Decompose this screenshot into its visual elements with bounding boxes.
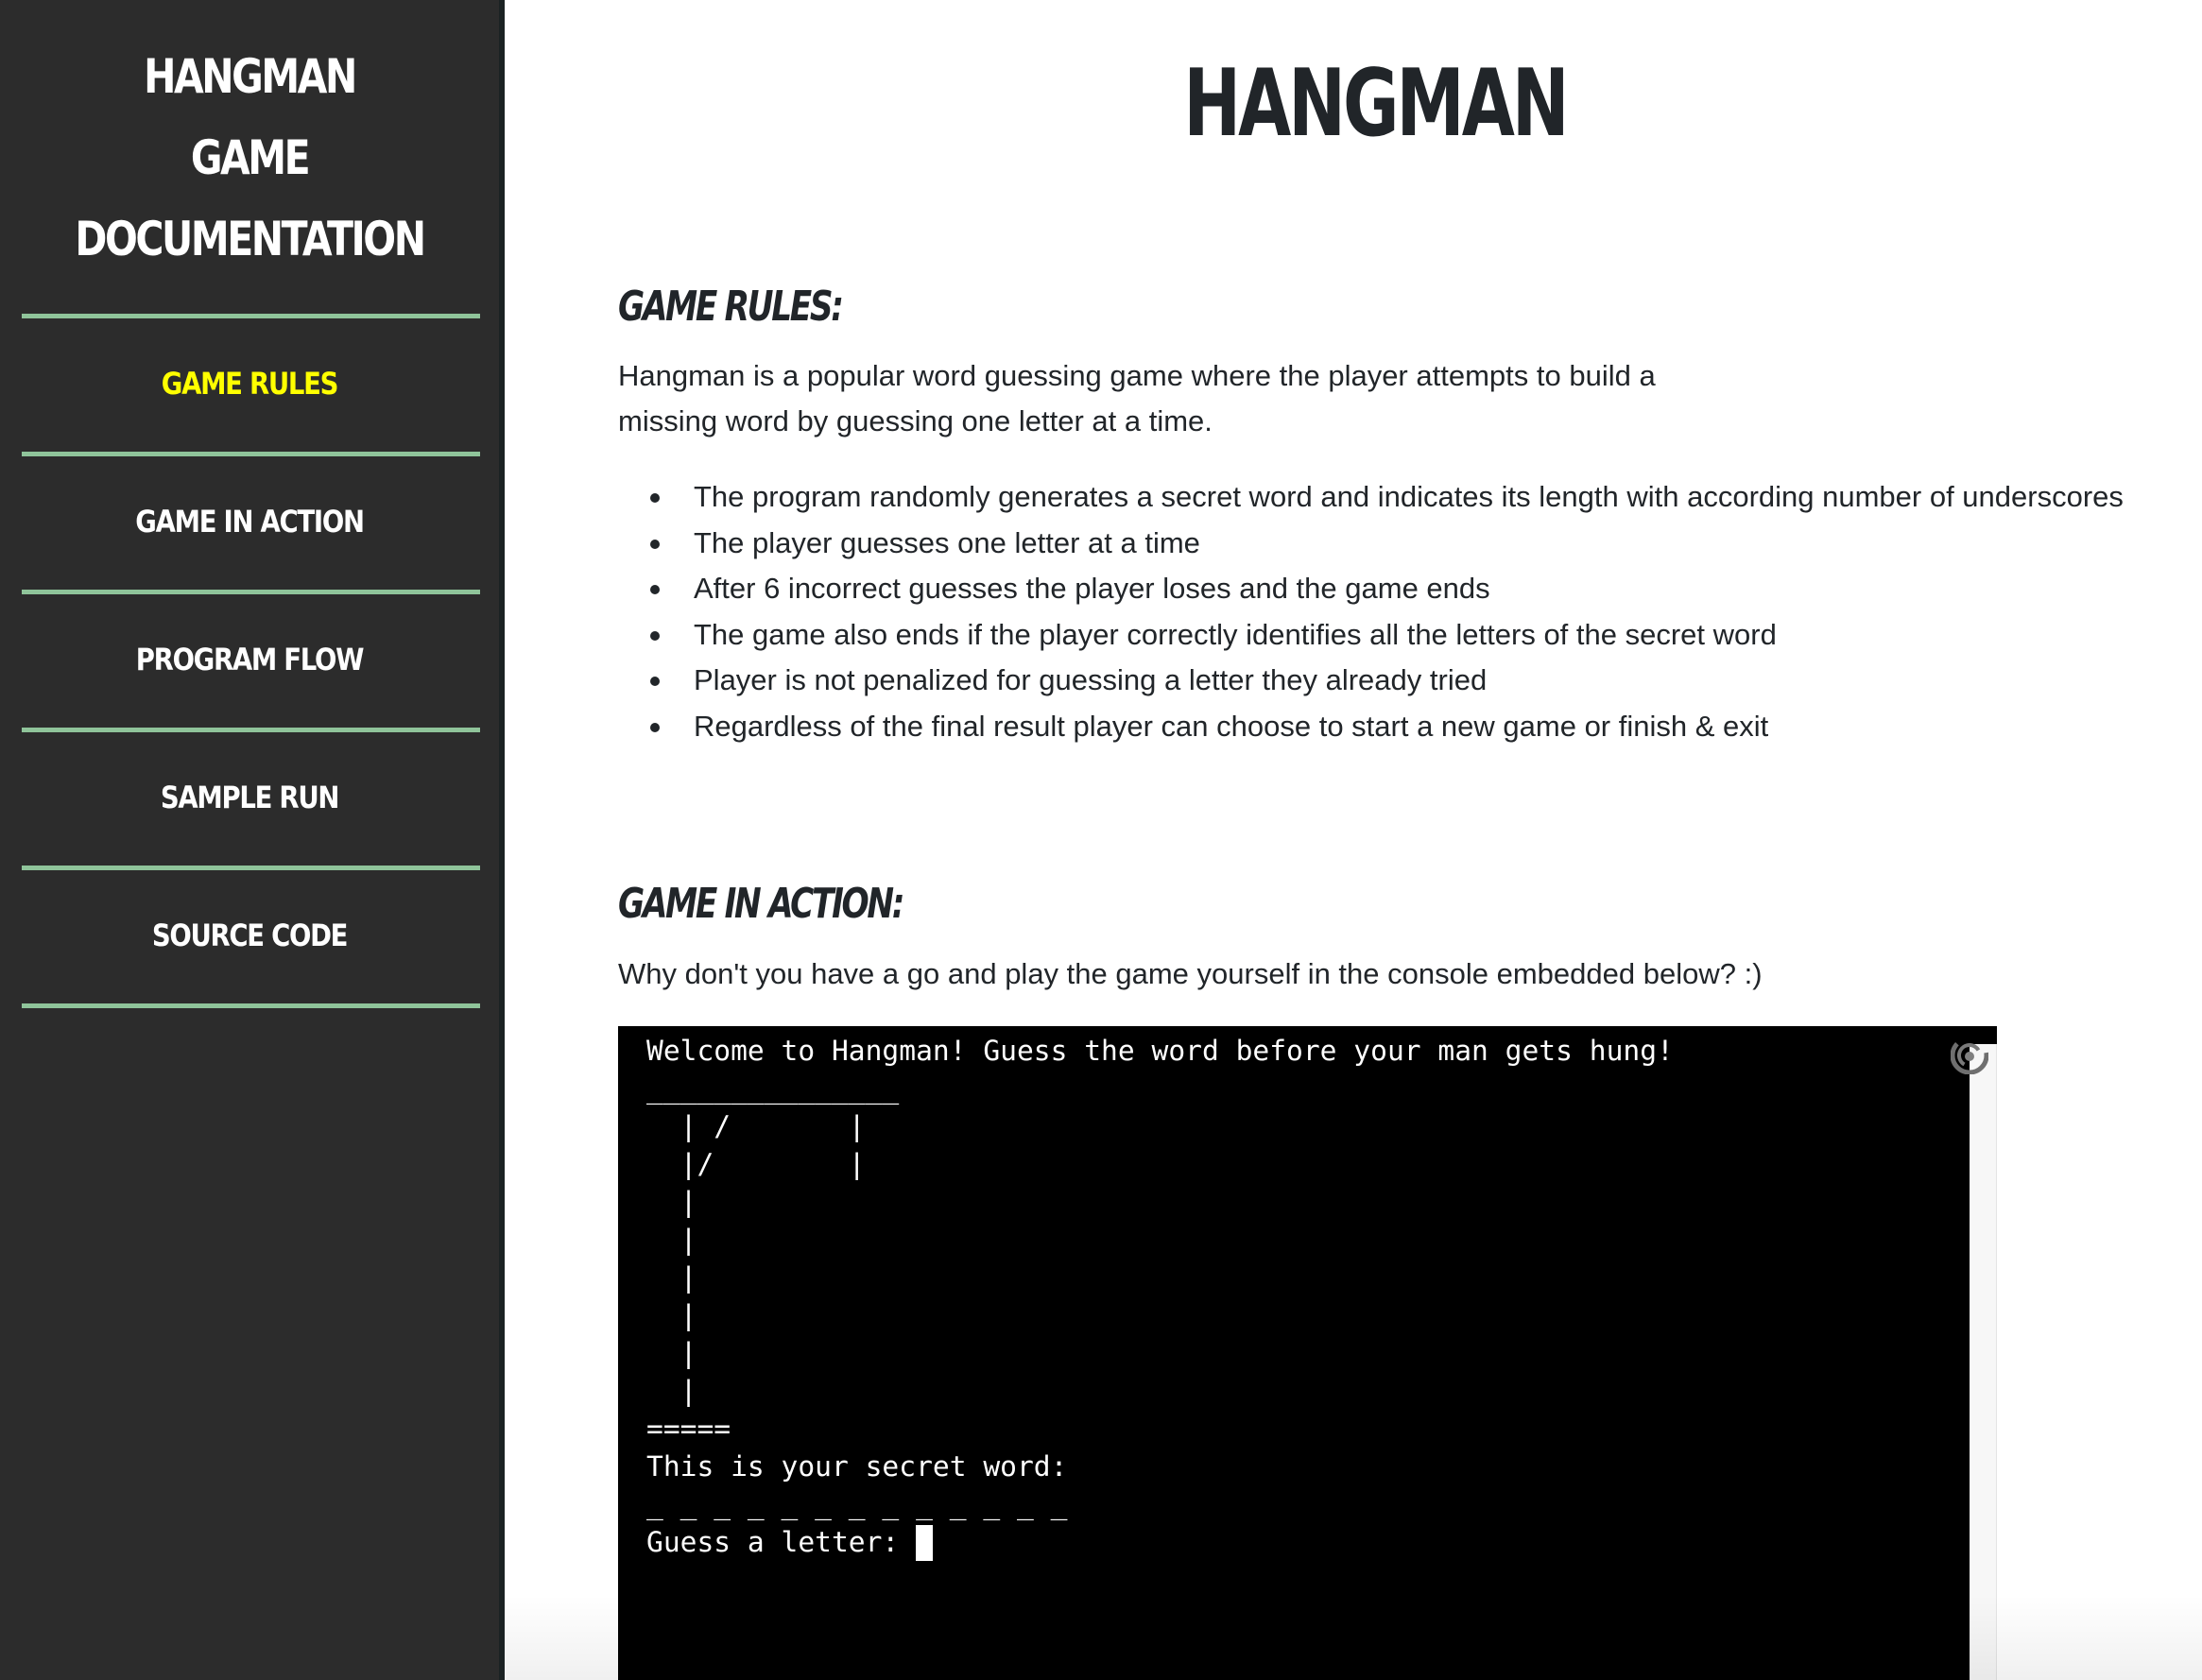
text-cursor[interactable]: [916, 1525, 934, 1561]
embedded-console[interactable]: Welcome to Hangman! Guess the word befor…: [618, 1026, 1997, 1680]
console-line: |: [646, 1337, 697, 1369]
nav-item-sample-run[interactable]: SAMPLE RUN: [35, 769, 464, 826]
console-line: |: [646, 1261, 697, 1294]
nav-divider: [22, 1003, 480, 1008]
nav-item-source-code[interactable]: SOURCE CODE: [35, 907, 464, 964]
console-line: Welcome to Hangman! Guess the word befor…: [646, 1035, 1674, 1067]
rule-item: Player is not penalized for guessing a l…: [650, 658, 2124, 704]
nav-divider: [22, 314, 480, 318]
game-rules-intro: Hangman is a popular word guessing game …: [618, 359, 1656, 437]
console-line: =====: [646, 1413, 731, 1445]
rule-item: The program randomly generates a secret …: [650, 474, 2124, 521]
swirl-icon[interactable]: [1951, 1037, 1988, 1074]
console-line: This is your secret word:: [646, 1450, 1068, 1483]
nav-divider: [22, 590, 480, 594]
site-title: HANGMAN GAME DOCUMENTATION: [45, 36, 455, 280]
site-title-line: DOCUMENTATION: [75, 212, 426, 266]
console-prompt: Guess a letter:: [646, 1526, 917, 1558]
console-line: _______________: [646, 1072, 900, 1105]
main-content: HANGMAN GAME RULES: Hangman is a popular…: [505, 0, 2202, 1680]
rule-item: After 6 incorrect guesses the player los…: [650, 566, 2124, 612]
console-line: |: [646, 1186, 697, 1218]
console-scrollbar[interactable]: [1970, 1044, 1997, 1680]
console-line: | / |: [646, 1110, 866, 1142]
rule-item: The game also ends if the player correct…: [650, 612, 2124, 659]
game-in-action-heading: GAME IN ACTION:: [618, 880, 904, 928]
game-rules-list: The program randomly generates a secret …: [618, 474, 2124, 749]
site-title-line: HANGMAN: [144, 49, 357, 104]
rule-item: Regardless of the final result player ca…: [650, 704, 2124, 750]
site-title-line: GAME: [190, 130, 311, 185]
console-line: |/ |: [646, 1148, 866, 1180]
nav-item-game-rules[interactable]: GAME RULES: [35, 355, 464, 412]
sidebar: HANGMAN GAME DOCUMENTATION GAME RULES GA…: [0, 0, 505, 1680]
nav-item-program-flow[interactable]: PROGRAM FLOW: [35, 631, 464, 688]
console-line: |: [646, 1375, 697, 1407]
game-rules-heading: GAME RULES:: [618, 283, 844, 331]
nav-divider: [22, 866, 480, 870]
console-line: |: [646, 1299, 697, 1331]
nav-divider: [22, 728, 480, 732]
console-line: _ _ _ _ _ _ _ _ _ _ _ _ _: [646, 1488, 1068, 1520]
nav-item-game-in-action[interactable]: GAME IN ACTION: [35, 493, 464, 550]
rule-item: The player guesses one letter at a time: [650, 521, 2124, 567]
console-output[interactable]: Welcome to Hangman! Guess the word befor…: [646, 1032, 1674, 1561]
page-title: HANGMAN: [1183, 50, 1569, 158]
console-line: |: [646, 1224, 697, 1256]
game-in-action-intro: Why don't you have a go and play the gam…: [618, 957, 1763, 990]
nav-divider: [22, 452, 480, 456]
